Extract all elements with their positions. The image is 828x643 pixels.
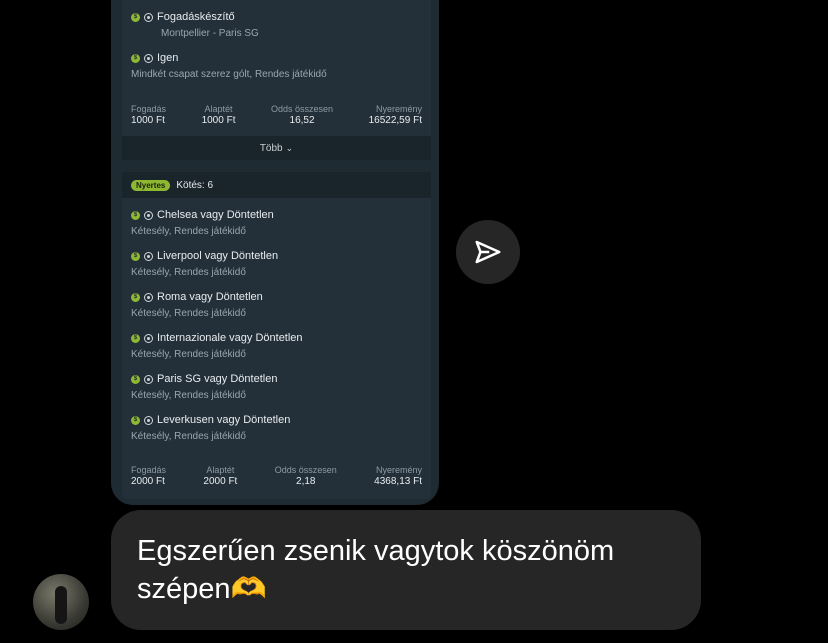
- chevron-down-icon: ⌄: [285, 142, 294, 153]
- coin-icon: $: [131, 251, 140, 261]
- combination-count: Kötés: 6: [176, 179, 214, 191]
- bet-summary: Fogadás 2000 Ft Alaptét 2000 Ft Odds öss…: [131, 464, 422, 488]
- bet-slip-card: $ Fogadáskészítő Montpellier - Paris SG …: [122, 0, 431, 160]
- selection-title: Internazionale vagy Döntetlen: [157, 332, 303, 344]
- winnings-label: Nyeremény: [375, 104, 422, 114]
- base-stake-value: 1000 Ft: [201, 115, 236, 126]
- soccer-ball-icon: [144, 292, 153, 302]
- soccer-ball-icon: [144, 251, 153, 261]
- selection: $ Igen Mindkét csapat szerez gólt, Rende…: [131, 52, 327, 80]
- send-icon: [475, 240, 501, 264]
- stake-label: Fogadás: [131, 104, 167, 114]
- selection: $ Liverpool vagy Döntetlen Kétesély, Ren…: [131, 250, 278, 278]
- selection: $ Fogadáskészítő Montpellier - Paris SG: [131, 11, 259, 39]
- soccer-ball-icon: [144, 415, 153, 425]
- coin-icon: $: [131, 415, 140, 425]
- winnings-value: 4368,13 Ft: [374, 476, 422, 487]
- selection-title: Liverpool vagy Döntetlen: [157, 250, 279, 262]
- stake-label: Fogadás: [131, 465, 167, 475]
- selection-subtitle: Montpellier - Paris SG: [161, 28, 259, 39]
- message-bubble[interactable]: Egszerűen zsenik vagytok köszönöm szépen…: [111, 510, 701, 630]
- message-text: Egszerűen zsenik vagytok köszönöm szépen…: [137, 535, 615, 605]
- coin-icon: $: [131, 292, 140, 302]
- selection-subtitle: Kétesély, Rendes játékidő: [131, 308, 246, 319]
- coin-icon: $: [131, 12, 140, 22]
- selection: $ Internazionale vagy Döntetlen Kétesély…: [131, 332, 303, 360]
- total-odds-label: Odds összesen: [271, 104, 334, 114]
- coin-icon: $: [131, 374, 140, 384]
- share-button[interactable]: [456, 220, 520, 284]
- total-odds-value: 2,18: [296, 476, 316, 487]
- soccer-ball-icon: [144, 333, 153, 343]
- base-stake-label: Alaptét: [204, 104, 233, 114]
- selection-title: Roma vagy Döntetlen: [157, 291, 263, 303]
- total-odds-label: Odds összesen: [274, 465, 337, 475]
- coin-icon: $: [131, 333, 140, 343]
- coin-icon: $: [131, 53, 140, 63]
- winnings-value: 16522,59 Ft: [368, 115, 422, 126]
- bet-slip-header: Nyertes Kötés: 6: [122, 172, 431, 198]
- soccer-ball-icon: [144, 53, 153, 63]
- avatar[interactable]: [33, 574, 89, 630]
- shared-image-message[interactable]: $ Fogadáskészítő Montpellier - Paris SG …: [111, 0, 439, 505]
- status-badge: Nyertes: [131, 179, 171, 191]
- selection-subtitle: Kétesély, Rendes játékidő: [131, 267, 246, 278]
- soccer-ball-icon: [144, 12, 153, 22]
- selection: $ Chelsea vagy Döntetlen Kétesély, Rende…: [131, 209, 274, 237]
- bet-slip-card: Nyertes Kötés: 6 $ Chelsea vagy Döntetle…: [122, 172, 431, 499]
- stake-value: 2000 Ft: [131, 476, 165, 487]
- selection-subtitle: Kétesély, Rendes játékidő: [131, 226, 246, 237]
- winnings-label: Nyeremény: [375, 465, 422, 475]
- selection-subtitle: Mindkét csapat szerez gólt, Rendes játék…: [131, 69, 327, 80]
- selection-title: Leverkusen vagy Döntetlen: [157, 414, 291, 426]
- coin-icon: $: [131, 210, 140, 220]
- selection-title: Chelsea vagy Döntetlen: [157, 209, 274, 221]
- selection: $ Leverkusen vagy Döntetlen Kétesély, Re…: [131, 414, 290, 442]
- more-label: Több: [259, 142, 283, 154]
- soccer-ball-icon: [144, 374, 153, 384]
- selection: $ Paris SG vagy Döntetlen Kétesély, Rend…: [131, 373, 277, 401]
- selection-subtitle: Kétesély, Rendes játékidő: [131, 349, 246, 360]
- selection-title: Paris SG vagy Döntetlen: [157, 373, 278, 385]
- total-odds-value: 16,52: [289, 115, 315, 126]
- selection-subtitle: Kétesély, Rendes játékidő: [131, 431, 246, 442]
- bet-summary: Fogadás 1000 Ft Alaptét 1000 Ft Odds öss…: [131, 103, 422, 127]
- more-button: Több ⌄: [122, 136, 431, 160]
- selection-title: Igen: [157, 52, 179, 64]
- base-stake-value: 2000 Ft: [203, 476, 238, 487]
- soccer-ball-icon: [144, 210, 153, 220]
- selection: $ Roma vagy Döntetlen Kétesély, Rendes j…: [131, 291, 263, 319]
- selection-subtitle: Kétesély, Rendes játékidő: [131, 390, 246, 401]
- base-stake-label: Alaptét: [206, 465, 235, 475]
- selection-title: Fogadáskészítő: [157, 11, 235, 23]
- stake-value: 1000 Ft: [131, 115, 165, 126]
